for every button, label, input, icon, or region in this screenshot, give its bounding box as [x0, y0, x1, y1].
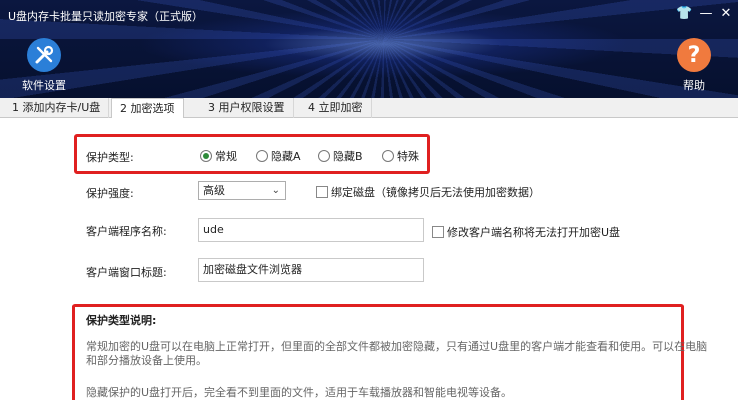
radio-indicator [318, 150, 330, 162]
tab-encrypt-now[interactable]: 4 立即加密 [300, 98, 372, 118]
radio-indicator [382, 150, 394, 162]
help-button[interactable]: ? 帮助 [668, 38, 720, 93]
header-banner: U盘内存卡批量只读加密专家（正式版） 👕 — ✕ 软件设置 ? 帮助 [0, 0, 738, 98]
tab-user-permissions[interactable]: 3 用户权限设置 [200, 98, 294, 118]
strength-label: 保护强度: [86, 187, 134, 200]
close-button[interactable]: ✕ [718, 6, 734, 21]
chevron-down-icon: ⌄ [271, 185, 280, 196]
description-title: 保护类型说明: [86, 314, 157, 327]
tab-add-device[interactable]: 1 添加内存卡/U盘 [4, 98, 110, 118]
window-title-label: 客户端窗口标题: [86, 266, 167, 279]
skin-icon[interactable]: 👕 [676, 6, 692, 21]
strength-select[interactable]: 高级 ⌄ [198, 181, 286, 200]
wrench-screwdriver-icon [27, 38, 61, 72]
checkbox-box [432, 226, 444, 238]
client-name-label: 客户端程序名称: [86, 225, 167, 238]
modify-client-checkbox[interactable]: 修改客户端名称将无法打开加密U盘 [432, 224, 620, 240]
minimize-button[interactable]: — [698, 6, 714, 21]
tab-encrypt-options[interactable]: 2 加密选项 [111, 98, 184, 119]
settings-label: 软件设置 [22, 79, 66, 92]
client-name-input[interactable]: ude [198, 218, 424, 242]
window-title: U盘内存卡批量只读加密专家（正式版） [8, 10, 204, 23]
radio-hidden-a[interactable]: 隐藏A [256, 148, 301, 164]
bind-disk-checkbox[interactable]: 绑定磁盘（镜像拷贝后无法使用加密数据） [316, 184, 540, 200]
question-icon: ? [677, 38, 711, 72]
description-para2: 隐藏保护的U盘打开后，完全看不到里面的文件，适用于车载播放器和智能电视等设备。 [86, 386, 513, 399]
tab-bar: 1 添加内存卡/U盘 2 加密选项 3 用户权限设置 4 立即加密 [0, 98, 738, 119]
settings-button[interactable]: 软件设置 [18, 38, 70, 93]
options-panel: 保护类型: 常规 隐藏A 隐藏B 特殊 保护强度: 高级 ⌄ 绑定磁盘（镜像拷贝… [0, 118, 738, 400]
window-title-input[interactable]: 加密磁盘文件浏览器 [198, 258, 424, 282]
radio-normal[interactable]: 常规 [200, 148, 237, 164]
radio-hidden-b[interactable]: 隐藏B [318, 148, 363, 164]
help-label: 帮助 [683, 79, 705, 92]
radio-indicator [256, 150, 268, 162]
radio-special[interactable]: 特殊 [382, 148, 419, 164]
checkbox-box [316, 186, 328, 198]
radio-indicator [200, 150, 212, 162]
protect-type-label: 保护类型: [86, 151, 134, 164]
description-para1-line2: 和部分播放设备上使用。 [86, 354, 207, 367]
